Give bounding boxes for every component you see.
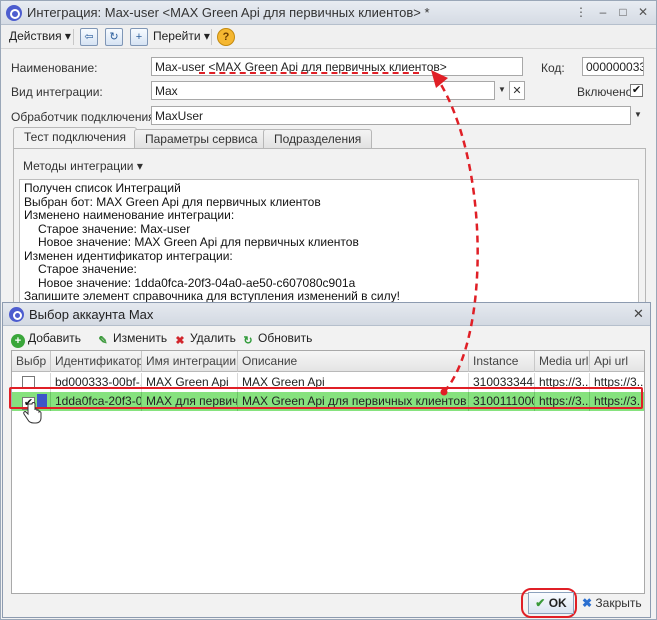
ok-label: OK <box>548 596 567 610</box>
log-line: Выбран бот: MAX Green Api для первичных … <box>24 194 321 209</box>
enabled-checkbox[interactable]: ✔ <box>630 84 643 97</box>
dialog-close-button[interactable]: ✖ Закрыть <box>582 596 642 610</box>
help-icon[interactable]: ? <box>217 28 235 46</box>
refresh-icon[interactable]: ↻ <box>105 28 123 46</box>
column-header[interactable]: Имя интеграции <box>142 351 238 372</box>
save-and-close-icon[interactable]: ⇦ <box>80 28 98 46</box>
maximize-icon[interactable]: □ <box>614 4 632 21</box>
dialog-title: Выбор аккаунта Max <box>29 307 154 322</box>
column-header[interactable]: Api url <box>590 351 644 372</box>
code-label: Код: <box>541 61 565 75</box>
add-label: Добавить <box>28 331 82 345</box>
dialog-close-label: Закрыть <box>595 596 642 610</box>
app-logo-icon <box>6 5 22 21</box>
close-icon[interactable]: ✕ <box>634 4 652 21</box>
column-header[interactable]: Выбр <box>12 351 51 372</box>
minimize-icon[interactable]: – <box>594 4 612 21</box>
type-label: Вид интеграции: <box>11 85 103 99</box>
type-dropdown-icon[interactable]: ▼ <box>494 81 510 100</box>
delete-icon: ✖ <box>175 335 185 347</box>
window-titlebar: Интеграция: Max-user <MAX Green Api для … <box>1 1 656 25</box>
actions-label: Действия <box>9 29 62 43</box>
enabled-label: Включено <box>577 85 633 99</box>
tab-test-connection[interactable]: Тест подключения <box>13 127 137 149</box>
edit-label: Изменить <box>113 331 168 345</box>
type-clear-icon[interactable]: ✕ <box>509 81 525 100</box>
log-line: Изменено наименование интеграции: <box>24 208 235 222</box>
navigate-label: Перейти <box>153 29 201 43</box>
refresh-icon: ↻ <box>243 335 253 347</box>
type-field[interactable]: Max <box>151 81 495 100</box>
window-title: Интеграция: Max-user <MAX Green Api для … <box>27 5 430 20</box>
integration-methods-label: Методы интеграции <box>23 159 134 173</box>
dialog-titlebar: Выбор аккаунта Max ✕ <box>3 303 650 326</box>
close-x-icon: ✖ <box>582 596 593 610</box>
log-line: Старое значение: Max-user <box>38 221 191 236</box>
tab-departments[interactable]: Подразделения <box>263 129 373 148</box>
delete-button[interactable]: ✖ Удалить <box>173 331 236 348</box>
column-header[interactable]: Идентификатор <box>51 351 142 372</box>
toolbar-divider <box>73 29 74 45</box>
name-highlight-underline <box>199 72 419 74</box>
selected-row-highlight <box>9 387 643 409</box>
column-header[interactable]: Media url <box>535 351 590 372</box>
toolbar-divider <box>211 29 212 45</box>
add-icon: + <box>11 334 25 348</box>
integration-methods-menu[interactable]: Методы интеграции ▾ <box>23 159 143 173</box>
refresh-label: Обновить <box>258 331 313 345</box>
ok-check-icon: ✔ <box>535 596 546 610</box>
connection-log: Получен список Интеграций Выбран бот: MA… <box>19 179 639 305</box>
actions-menu[interactable]: Действия ▾ <box>9 29 71 43</box>
add-button[interactable]: + Добавить <box>11 331 81 348</box>
ok-button[interactable]: ✔ OK <box>528 592 574 614</box>
log-line: Новое значение: MAX Green Api для первич… <box>38 235 359 249</box>
menu-icon[interactable]: ⋮ <box>572 4 590 21</box>
pencil-icon: ✎ <box>98 335 108 347</box>
edit-button[interactable]: ✎ Изменить <box>96 331 167 348</box>
log-line: Изменен идентификатор интеграции: <box>24 248 233 263</box>
handler-label: Обработчик подключения: <box>11 110 158 124</box>
main-toolbar: Действия ▾ ⇦ ↻ + Перейти ▾ ? <box>1 25 656 49</box>
table-header: Выбр Идентификатор Имя интеграции Описан… <box>12 351 644 372</box>
log-line: Новое значение: 1dda0fca-20f3-04a0-ae50-… <box>38 275 356 290</box>
name-label: Наименование: <box>11 61 98 75</box>
log-line: Получен список Интеграций <box>24 181 181 195</box>
account-select-dialog: Выбор аккаунта Max ✕ + Добавить ✎ Изменить… <box>2 302 651 618</box>
hand-cursor-icon <box>23 402 42 424</box>
column-header[interactable]: Описание <box>238 351 469 372</box>
code-field[interactable]: 000000033 <box>582 57 644 76</box>
column-header[interactable]: Instance <box>469 351 535 372</box>
copy-add-icon[interactable]: + <box>130 28 148 46</box>
dialog-close-icon[interactable]: ✕ <box>633 306 644 322</box>
handler-field[interactable]: MaxUser <box>151 106 631 125</box>
navigate-menu[interactable]: Перейти ▾ <box>153 29 210 43</box>
app-logo-icon <box>9 307 24 322</box>
tab-service-params[interactable]: Параметры сервиса <box>134 129 269 148</box>
refresh-button[interactable]: ↻ Обновить <box>241 331 312 348</box>
log-line: Старое значение: <box>38 262 137 276</box>
delete-label: Удалить <box>190 331 236 345</box>
handler-dropdown-icon[interactable]: ▼ <box>630 106 646 125</box>
